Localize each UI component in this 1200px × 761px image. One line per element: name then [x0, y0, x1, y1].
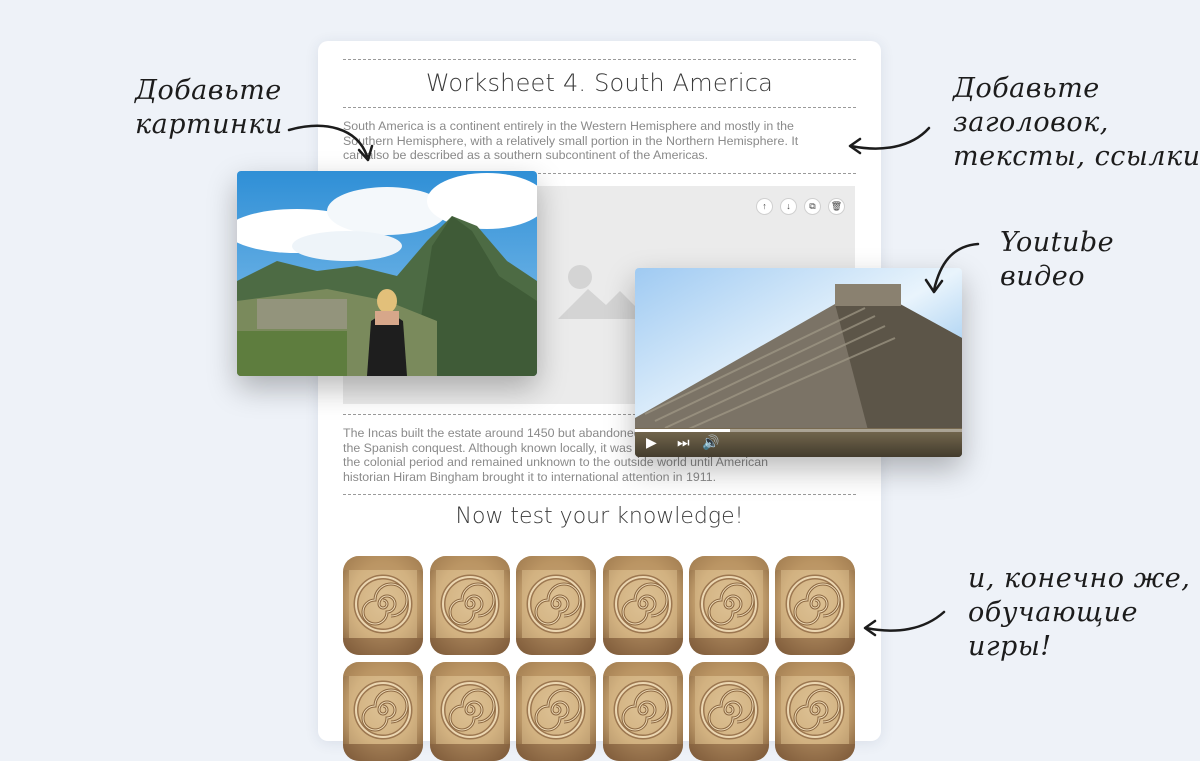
video-progress-bar[interactable]: [635, 429, 962, 432]
annotation-line: и, конечно же,: [968, 563, 1191, 594]
game-tile[interactable]: [775, 662, 855, 761]
game-tile[interactable]: [430, 662, 510, 761]
divider: [343, 59, 856, 60]
duplicate-icon[interactable]: ⧉: [804, 198, 821, 215]
annotation-line: тексты, ссылки: [953, 141, 1200, 172]
game-tile[interactable]: [430, 556, 510, 655]
game-tile[interactable]: [603, 662, 683, 761]
annotation-line: Добавьте: [953, 73, 1100, 104]
youtube-video-player[interactable]: ▶ ⏭ 🔊: [635, 268, 962, 457]
game-tile[interactable]: [775, 556, 855, 655]
move-down-icon[interactable]: ↓: [780, 198, 797, 215]
annotation-youtube-video: Youtube видео: [1000, 226, 1114, 294]
worksheet-title[interactable]: Worksheet 4. South America: [343, 69, 856, 97]
annotation-line: обучающие: [968, 597, 1138, 628]
test-title[interactable]: Now test your knowledge!: [343, 504, 856, 529]
block-toolbar: ↑ ↓ ⧉ 🗑: [756, 198, 845, 215]
annotation-line: Youtube: [1000, 227, 1115, 258]
annotation-line: видео: [1000, 261, 1085, 292]
arrow-to-photo: [287, 124, 374, 162]
game-tile[interactable]: [516, 556, 596, 655]
annotation-line: Добавьте: [135, 75, 282, 106]
game-tile[interactable]: [343, 556, 423, 655]
machu-picchu-photo[interactable]: [237, 171, 537, 376]
annotation-add-texts: Добавьте заголовок, тексты, ссылки: [953, 72, 1200, 174]
arrow-to-title: [848, 126, 931, 155]
annotation-line: картинки: [135, 109, 283, 140]
game-tile[interactable]: [689, 662, 769, 761]
arrow-to-games: [863, 610, 946, 637]
arrow-to-video: [924, 242, 980, 294]
annotation-add-images: Добавьте картинки: [135, 74, 283, 142]
play-icon[interactable]: ▶: [646, 435, 657, 449]
intro-paragraph[interactable]: South America is a continent entirely in…: [343, 119, 818, 163]
annotation-line: игры!: [968, 631, 1052, 662]
mountain-photo-image: [237, 171, 537, 376]
annotation-line: заголовок,: [953, 107, 1109, 138]
delete-icon[interactable]: 🗑: [828, 198, 845, 215]
game-tile[interactable]: [343, 662, 423, 761]
volume-icon[interactable]: 🔊: [702, 435, 719, 449]
video-progress-fill: [635, 429, 730, 432]
video-controls: ▶ ⏭ 🔊: [635, 427, 962, 457]
game-tile[interactable]: [603, 556, 683, 655]
move-up-icon[interactable]: ↑: [756, 198, 773, 215]
divider: [343, 494, 856, 495]
game-tile[interactable]: [516, 662, 596, 761]
game-tile[interactable]: [689, 556, 769, 655]
annotation-learning-games: и, конечно же, обучающие игры!: [968, 562, 1190, 664]
divider: [343, 107, 856, 108]
next-icon[interactable]: ⏭: [677, 435, 690, 449]
